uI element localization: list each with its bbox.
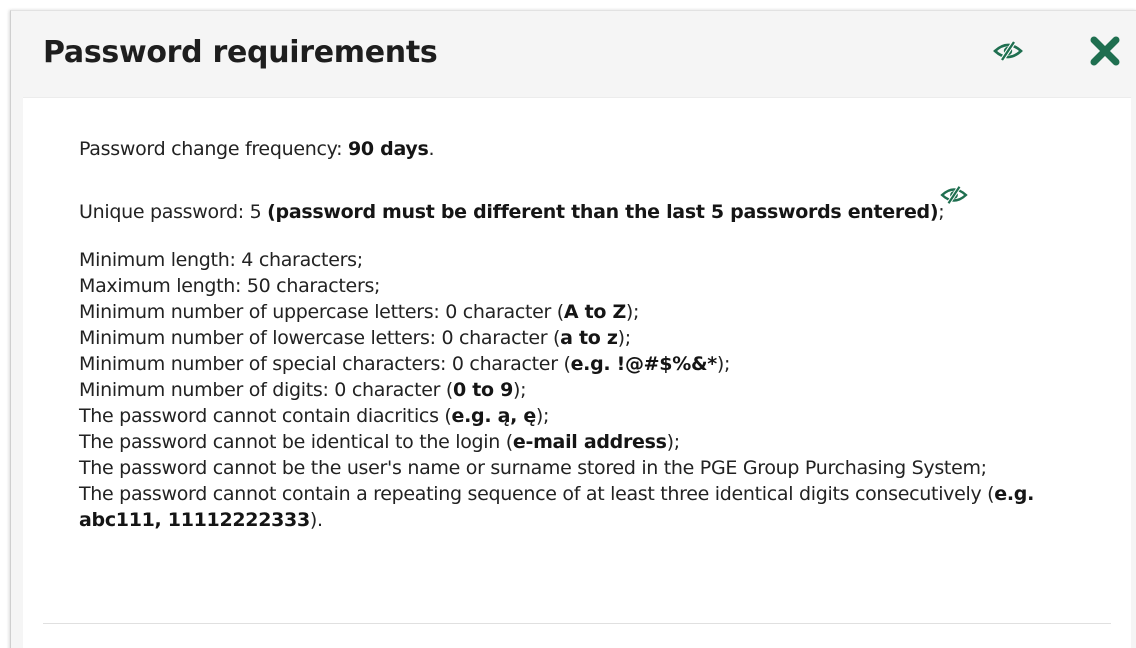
req-change-frequency: Password change frequency: 90 days.	[79, 138, 435, 160]
dialog-title: Password requirements	[43, 35, 438, 70]
close-button[interactable]	[1089, 35, 1121, 67]
req-repeating-sequence: The password cannot contain a repeating …	[79, 483, 1035, 531]
eye-slash-icon[interactable]	[993, 39, 1023, 63]
password-requirements-dialog: Password requirements Password change fr…	[10, 10, 1136, 648]
req-lowercase: Minimum number of lowercase letters: 0 c…	[79, 327, 631, 349]
req-uppercase: Minimum number of uppercase letters: 0 c…	[79, 301, 640, 323]
requirements-list: Password change frequency: 90 days. Uniq…	[79, 136, 1079, 533]
req-unique-password: Unique password: 5 (password must be dif…	[79, 184, 1079, 225]
body-divider	[43, 623, 1111, 624]
req-name-surname: The password cannot be the user's name o…	[79, 457, 987, 479]
req-min-length: Minimum length: 4 characters;	[79, 249, 363, 271]
req-login: The password cannot be identical to the …	[79, 431, 680, 453]
dialog-body: Password change frequency: 90 days. Uniq…	[23, 97, 1131, 648]
close-x-icon	[1090, 36, 1120, 66]
req-diacritics: The password cannot contain diacritics (…	[79, 405, 550, 427]
page: Password requirements Password change fr…	[0, 0, 1136, 648]
req-digits: Minimum number of digits: 0 character (0…	[79, 379, 527, 401]
req-special-characters: Minimum number of special characters: 0 …	[79, 353, 731, 375]
req-max-length: Maximum length: 50 characters;	[79, 275, 381, 297]
dialog-header: Password requirements	[11, 11, 1136, 95]
eye-slash-icon[interactable]	[940, 184, 969, 206]
